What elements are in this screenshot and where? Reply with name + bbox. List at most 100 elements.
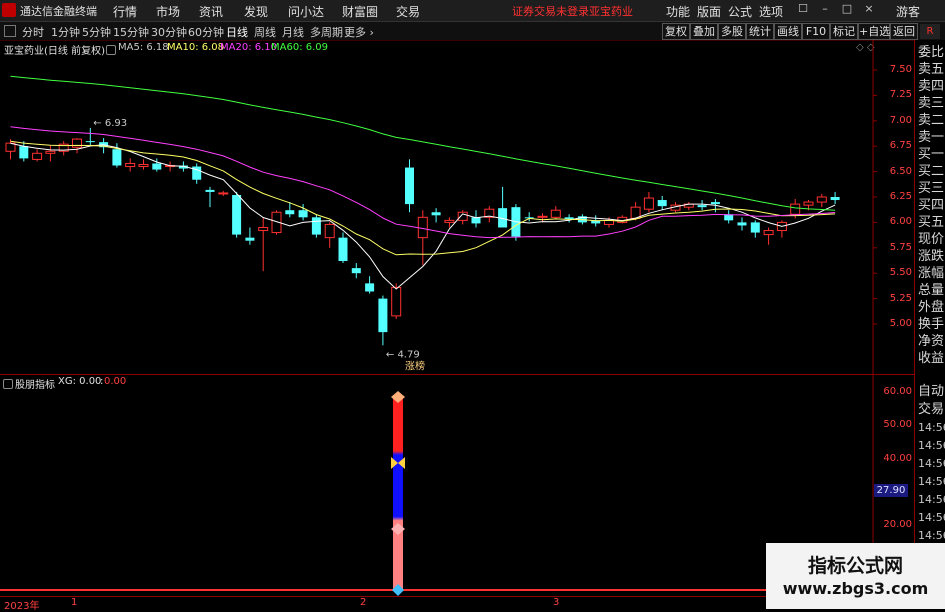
menu-jiaoyi[interactable]: 交易 — [396, 3, 420, 20]
quote-row-label: 委比 — [918, 45, 945, 60]
trade-panel-label[interactable]: 自动 — [918, 384, 944, 400]
skin-icon[interactable]: ☐ — [796, 2, 810, 16]
candle-body[interactable] — [830, 197, 840, 201]
candle-body[interactable] — [112, 149, 122, 166]
period-30min[interactable]: 30分钟 — [151, 24, 187, 40]
candle-body[interactable] — [32, 152, 43, 160]
tool-tongji[interactable]: 统计 — [746, 23, 774, 40]
candle-body[interactable] — [763, 230, 774, 236]
candle-body[interactable] — [351, 268, 361, 274]
period-5min[interactable]: 5分钟 — [82, 24, 111, 40]
quote-row-label: 卖三 — [918, 96, 945, 111]
price-tick-label: 5.75 — [889, 241, 912, 253]
menu-gongshi[interactable]: 公式 — [728, 3, 752, 20]
period-1min[interactable]: 1分钟 — [51, 24, 80, 40]
maximize-icon[interactable]: □ — [840, 2, 854, 16]
tool-f10[interactable]: F10 — [802, 23, 830, 40]
price-chart[interactable]: ← 6.93 ← 4.79涨榜 — [0, 40, 914, 375]
tool-add-favorite[interactable]: +自选 — [858, 23, 890, 40]
candle-body[interactable] — [85, 141, 95, 143]
menu-shichang[interactable]: 市场 — [156, 3, 180, 20]
period-weekly[interactable]: 周线 — [254, 24, 276, 40]
candle-body[interactable] — [643, 197, 654, 210]
quote-row-label: 总量 — [918, 283, 945, 298]
candle-body[interactable] — [378, 298, 388, 333]
candle-body[interactable] — [45, 150, 56, 154]
quote-row-label: 买四 — [918, 198, 945, 213]
quote-row-label: 收益 — [918, 351, 945, 366]
candle-body[interactable] — [311, 217, 321, 235]
candle-body[interactable] — [245, 237, 255, 241]
candle-body[interactable] — [125, 162, 136, 168]
menu-xuanxiang[interactable]: 选项 — [759, 3, 783, 20]
candle-body[interactable] — [298, 210, 308, 218]
candle-body[interactable] — [431, 212, 441, 216]
login-notice[interactable]: 证券交易未登录 — [512, 3, 589, 19]
candle-body[interactable] — [471, 217, 481, 224]
tool-biaoji[interactable]: 标记 — [830, 23, 858, 40]
period-more[interactable]: 更多 › — [344, 24, 374, 40]
tick-time-label: 14:56 — [918, 475, 945, 488]
candle-body[interactable] — [803, 201, 814, 206]
tick-time-label: 14:56 — [918, 457, 945, 470]
candle-body[interactable] — [405, 167, 414, 205]
menu-faxian[interactable]: 发现 — [244, 3, 268, 20]
menu-gongneng[interactable]: 功能 — [666, 3, 690, 20]
candle-body[interactable] — [550, 209, 561, 218]
tool-duogu[interactable]: 多股 — [718, 23, 746, 40]
menu-zixun[interactable]: 资讯 — [199, 3, 223, 20]
candle-body[interactable] — [72, 138, 82, 148]
candle-body[interactable] — [710, 202, 720, 205]
trade-panel-label[interactable]: 交易 — [918, 402, 944, 418]
quote-row-label: 外盘 — [918, 300, 945, 315]
candle-body[interactable] — [365, 283, 375, 292]
period-monthly[interactable]: 月线 — [282, 24, 304, 40]
candle-body[interactable] — [444, 219, 455, 223]
candle-body[interactable] — [152, 163, 162, 170]
period-fenshi[interactable]: 分时 — [22, 24, 44, 40]
limit-up-tag[interactable]: 涨榜 — [405, 359, 425, 372]
candle-body[interactable] — [324, 223, 335, 239]
price-tick-label: 5.00 — [889, 318, 912, 329]
candle-body[interactable] — [697, 205, 707, 208]
period-multi[interactable]: 多周期 — [310, 24, 343, 40]
candle-body[interactable] — [338, 237, 348, 262]
right-col-tag[interactable]: R — [920, 24, 940, 39]
high-price-label: ← 6.93 — [93, 118, 127, 129]
panel-toggle-icon[interactable] — [4, 25, 16, 37]
menu-hangqing[interactable]: 行情 — [113, 3, 137, 20]
candle-body[interactable] — [232, 194, 242, 235]
minimize-icon[interactable]: – — [818, 2, 832, 16]
quote-row-label: 买五 — [918, 215, 945, 230]
period-15min[interactable]: 15分钟 — [113, 24, 149, 40]
candle-body[interactable] — [285, 210, 295, 215]
candle-body[interactable] — [750, 222, 760, 233]
period-60min[interactable]: 60分钟 — [188, 24, 224, 40]
candle-body[interactable] — [391, 286, 402, 317]
tool-huaxian[interactable]: 画线 — [774, 23, 802, 40]
user-label[interactable]: 游客 — [896, 3, 920, 20]
candle-body[interactable] — [790, 203, 801, 215]
menu-banmian[interactable]: 版面 — [697, 3, 721, 20]
tool-back[interactable]: 返回 — [890, 23, 918, 40]
period-more-label: 更多 — [344, 26, 366, 39]
candle-body[interactable] — [737, 222, 747, 226]
candle-body[interactable] — [537, 215, 548, 218]
tool-diejia[interactable]: 叠加 — [690, 23, 718, 40]
tool-fuquan[interactable]: 复权 — [662, 23, 690, 40]
close-icon[interactable]: × — [862, 2, 876, 16]
menu-caifuquan[interactable]: 财富圈 — [342, 3, 378, 20]
period-daily[interactable]: 日线 — [226, 24, 248, 40]
ind-tick-40: 40.00 — [883, 453, 912, 464]
candle-body[interactable] — [657, 200, 667, 207]
candle-body[interactable] — [258, 226, 269, 232]
menu-wenxiaoda[interactable]: 问小达 — [288, 3, 324, 20]
candle-body[interactable] — [205, 189, 215, 192]
candle-body[interactable] — [218, 192, 229, 195]
candle-body[interactable] — [19, 146, 29, 159]
candle-body[interactable] — [138, 163, 149, 168]
price-tick-label: 6.50 — [889, 165, 912, 177]
candle-body[interactable] — [816, 196, 827, 203]
period-toolbar: 分时 1分钟 5分钟 15分钟 30分钟 60分钟 日线 周线 月线 多周期 更… — [0, 22, 945, 41]
quote-row-label: 卖一 — [918, 130, 945, 145]
